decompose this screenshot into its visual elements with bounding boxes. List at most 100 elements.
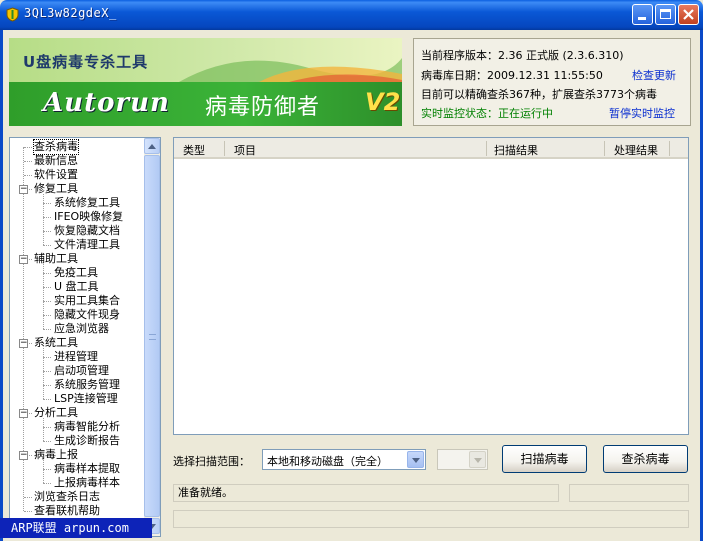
tree-item[interactable]: 隐藏文件现身 [54, 308, 120, 322]
tree-guide-line [43, 287, 51, 288]
column-divider [604, 141, 605, 156]
column-divider [486, 141, 487, 156]
kill-virus-button[interactable]: 查杀病毒 [603, 445, 688, 473]
virus-db-date: 病毒库日期：2009.12.31 11:55:50 [421, 69, 603, 82]
tree-guide-line [43, 245, 51, 246]
tree-item[interactable]: 系统工具 [34, 336, 78, 350]
shield-icon [6, 7, 19, 22]
tree-guide-line [43, 315, 51, 316]
tree-guide-line [43, 273, 51, 274]
tree-item[interactable]: 进程管理 [54, 350, 98, 364]
capability-text: 目前可以精确查杀367种，扩展查杀3773个病毒 [421, 88, 657, 101]
scan-range-value: 本地和移动磁盘（完全） [267, 455, 388, 468]
tree-item[interactable]: 应急浏览器 [54, 322, 109, 336]
maximize-icon [660, 9, 671, 19]
tree-item[interactable]: 查看联机帮助 [34, 504, 100, 518]
tree-item[interactable]: 启动项管理 [54, 364, 109, 378]
chevron-up-icon [148, 144, 156, 149]
tree-scrollbar[interactable] [144, 138, 160, 536]
tree-item[interactable]: 上报病毒样本 [54, 476, 120, 490]
tree-guide-line [24, 175, 32, 176]
tree-item[interactable]: 软件设置 [34, 168, 78, 182]
pause-monitor-link[interactable]: 暂停实时监控 [609, 105, 675, 121]
collapse-icon[interactable]: − [19, 451, 28, 460]
tree-guide-line [43, 483, 51, 484]
chevron-down-icon [474, 458, 482, 463]
chevron-down-icon [412, 458, 420, 463]
program-version: 当前程序版本：2.36 正式版 (2.3.6.310) [421, 49, 624, 62]
tree-item[interactable]: 系统服务管理 [54, 378, 120, 392]
close-button[interactable] [678, 4, 699, 25]
scan-results-list[interactable]: 类型 项目 扫描结果 处理结果 [173, 137, 689, 435]
collapse-icon[interactable]: − [19, 185, 28, 194]
tree-item[interactable]: 病毒样本提取 [54, 462, 120, 476]
tree-item[interactable]: U 盘工具 [54, 280, 99, 294]
scan-range-select[interactable]: 本地和移动磁盘（完全） [262, 449, 426, 470]
tree-item[interactable]: 文件清理工具 [54, 238, 120, 252]
tree-guide-line [43, 301, 51, 302]
tree-guide-line [43, 385, 51, 386]
banner-title: U盘病毒专杀工具 [23, 53, 149, 71]
collapse-icon[interactable]: − [19, 255, 28, 264]
banner-subtitle: 病毒防御者 [205, 95, 321, 120]
tree-item[interactable]: 生成诊断报告 [54, 434, 120, 448]
tree-guide-line [43, 329, 51, 330]
dropdown-button[interactable] [469, 451, 486, 468]
arp-link[interactable]: ARP联盟 arpun.com [0, 518, 152, 538]
tree-guide-line [24, 147, 32, 148]
minimize-icon [638, 17, 646, 20]
nav-tree[interactable]: 查杀病毒 最新信息 软件设置 修复工具 − 系统修复工具 IFEO映像修复 恢复隐藏文档 文件清… [9, 137, 161, 537]
tree-item[interactable]: 最新信息 [34, 154, 78, 168]
info-panel: 当前程序版本：2.36 正式版 (2.3.6.310) 病毒库日期：2009.1… [413, 38, 691, 126]
collapse-icon[interactable]: − [19, 339, 28, 348]
column-handle-result[interactable]: 处理结果 [614, 142, 658, 158]
column-type[interactable]: 类型 [183, 142, 205, 158]
tree-guide-line [43, 441, 51, 442]
collapse-icon[interactable]: − [19, 409, 28, 418]
tree-guide-line [24, 511, 32, 512]
app-banner: U盘病毒专杀工具 Autorun 病毒防御者 V2 [9, 38, 402, 126]
tree-item[interactable]: 辅助工具 [34, 252, 78, 266]
tree-guide-line [24, 497, 32, 498]
tree-guide-line [43, 399, 51, 400]
maximize-button[interactable] [655, 4, 676, 25]
title-bar[interactable]: 3QL3w82gdeX_ [0, 0, 703, 30]
scroll-up-button[interactable] [144, 138, 160, 154]
autorun-logo: Autorun [43, 88, 170, 118]
tree-guide-line [43, 427, 51, 428]
tree-item[interactable]: 修复工具 [34, 182, 78, 196]
tree-guide-line [43, 357, 51, 358]
scan-range-label: 选择扫描范围： [173, 455, 250, 468]
tree-item[interactable]: 分析工具 [34, 406, 78, 420]
tree-item[interactable]: IFEO映像修复 [54, 210, 123, 224]
scan-virus-button[interactable]: 扫描病毒 [502, 445, 587, 473]
tree-item[interactable]: 系统修复工具 [54, 196, 120, 210]
check-update-link[interactable]: 检查更新 [632, 67, 676, 83]
column-item[interactable]: 项目 [234, 142, 256, 158]
scroll-thumb[interactable] [144, 155, 160, 517]
minimize-button[interactable] [632, 4, 653, 25]
tree-item[interactable]: 免疫工具 [54, 266, 98, 280]
tree-item[interactable]: 病毒智能分析 [54, 420, 120, 434]
status-text: 准备就绪。 [173, 484, 559, 502]
status-panel-secondary [569, 484, 689, 502]
grip-icon [149, 334, 156, 340]
window-title: 3QL3w82gdeX_ [24, 6, 117, 20]
tree-guide-line [43, 264, 44, 329]
drive-select[interactable] [437, 449, 488, 470]
tree-item[interactable]: 查杀病毒 [33, 139, 79, 155]
window-frame-left [0, 30, 3, 541]
tree-guide-line [43, 348, 44, 399]
tree-guide-line [43, 371, 51, 372]
tree-item[interactable]: 实用工具集合 [54, 294, 120, 308]
monitor-status: 实时监控状态：正在运行中 [421, 107, 553, 120]
tree-item[interactable]: 恢复隐藏文档 [54, 224, 120, 238]
column-divider [669, 141, 670, 156]
tree-guide-line [43, 418, 44, 441]
tree-item[interactable]: 浏览查杀日志 [34, 490, 100, 504]
dropdown-button[interactable] [407, 451, 424, 468]
tree-guide-line [24, 161, 32, 162]
column-scan-result[interactable]: 扫描结果 [494, 142, 538, 158]
tree-item[interactable]: LSP连接管理 [54, 392, 118, 406]
tree-item[interactable]: 病毒上报 [34, 448, 78, 462]
